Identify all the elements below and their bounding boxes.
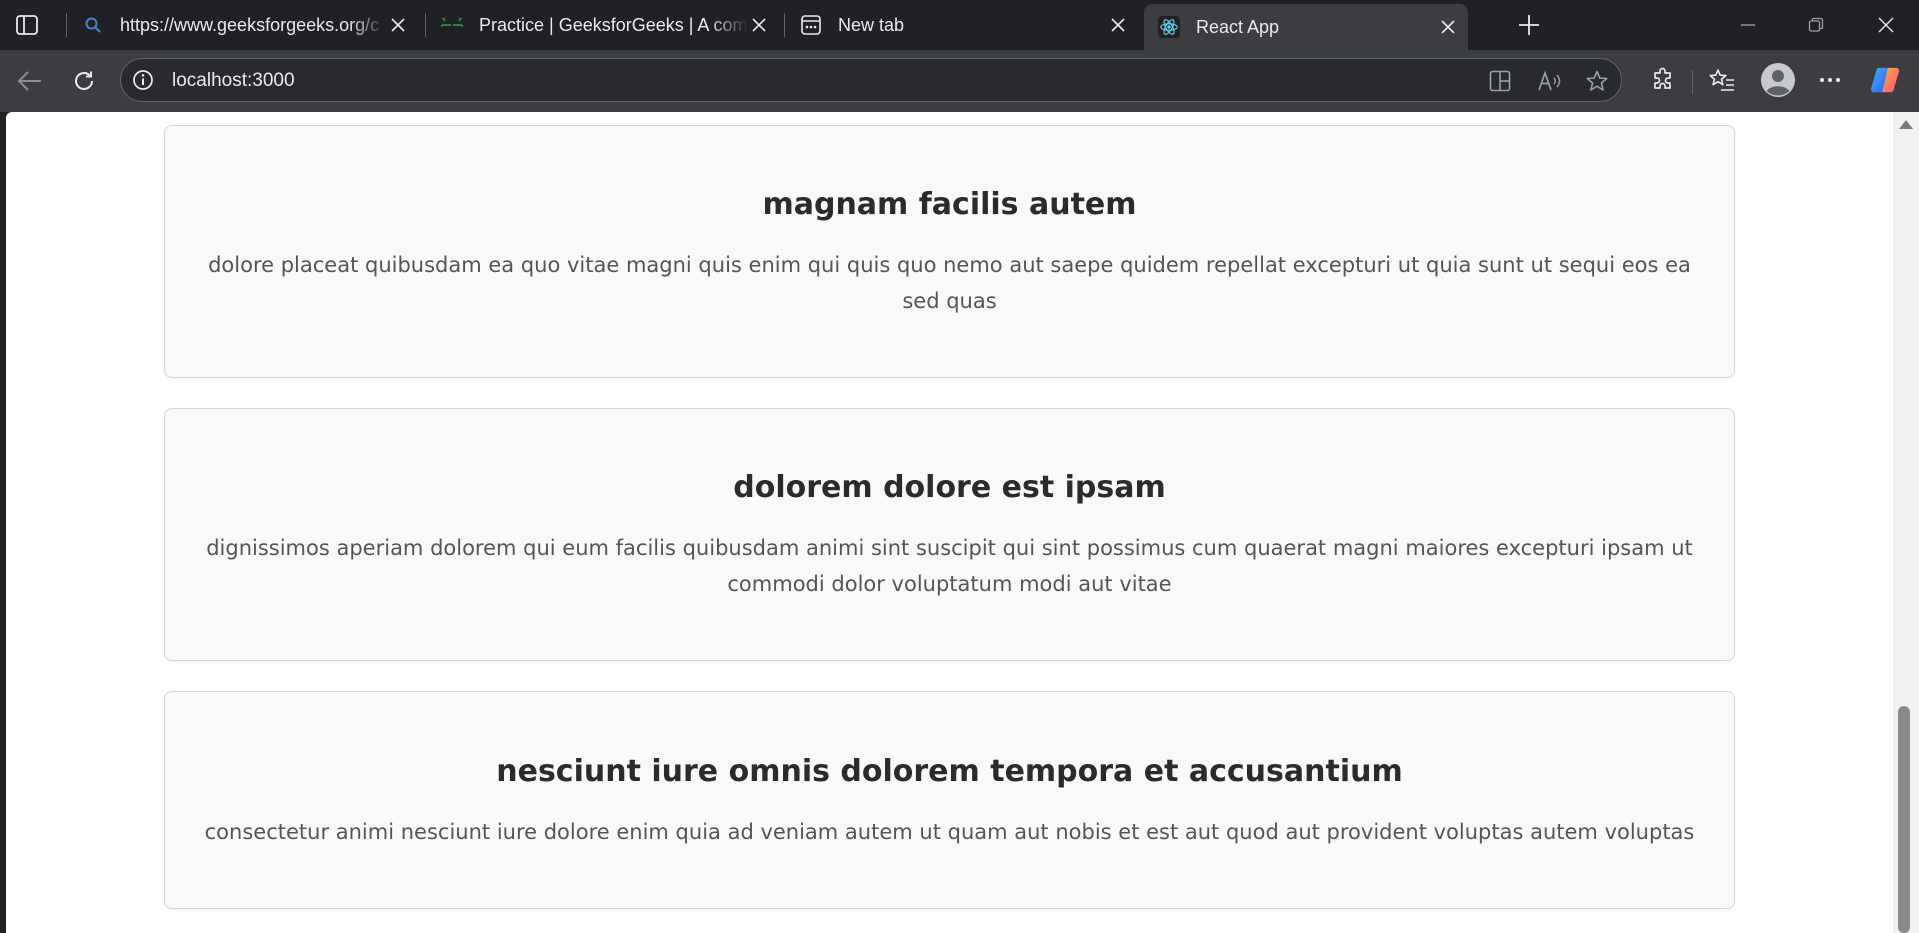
tab-title: https://www.geeksforgeeks.org/c	[120, 14, 380, 35]
close-icon[interactable]	[388, 15, 408, 35]
minimize-icon[interactable]	[1736, 13, 1760, 37]
tab-title: Practice | GeeksforGeeks | A comp	[479, 14, 749, 35]
page-viewport: magnam facilis autem dolore placeat quib…	[6, 112, 1893, 933]
search-icon	[82, 14, 104, 36]
post-title: dolorem dolore est ipsam	[733, 470, 1166, 505]
tab-title: React App	[1196, 16, 1280, 37]
tab-actions-menu-icon[interactable]	[14, 12, 40, 38]
tab-separator	[784, 13, 785, 37]
close-icon[interactable]	[1108, 15, 1128, 35]
vertical-scrollbar[interactable]	[1893, 112, 1919, 933]
close-icon[interactable]	[749, 15, 769, 35]
react-logo-icon	[1158, 16, 1180, 38]
scrollbar-thumb[interactable]	[1898, 706, 1910, 933]
tab-new-tab[interactable]: New tab	[786, 4, 1138, 46]
geeksforgeeks-logo-icon	[441, 14, 463, 36]
split-screen-icon[interactable]	[1488, 69, 1512, 93]
post-card: dolorem dolore est ipsam dignissimos ape…	[164, 408, 1735, 661]
refresh-icon[interactable]	[67, 64, 101, 98]
site-info-icon[interactable]	[132, 69, 154, 91]
post-body-line: commodi dolor voluptatum modi aut vitae	[727, 572, 1172, 596]
new-tab-page-icon	[800, 14, 822, 36]
tab-strip: https://www.geeksforgeeks.org/c Practice…	[0, 0, 1919, 50]
tab-practice-geeksforgeeks[interactable]: Practice | GeeksforGeeks | A comp	[427, 4, 779, 46]
tab-separator	[66, 13, 67, 37]
post-body-line: dolore placeat quibusdam ea quo vitae ma…	[208, 253, 1691, 277]
tab-title: New tab	[838, 14, 905, 35]
tab-separator	[425, 13, 426, 37]
post-title: magnam facilis autem	[762, 187, 1137, 222]
read-aloud-icon[interactable]	[1537, 69, 1561, 93]
browser-toolbar: localhost:3000	[0, 50, 1919, 112]
favorite-star-icon[interactable]	[1585, 69, 1609, 93]
avatar[interactable]	[1760, 62, 1796, 98]
close-window-icon[interactable]	[1874, 13, 1898, 37]
more-options-icon[interactable]	[1815, 65, 1845, 95]
restore-icon[interactable]	[1804, 13, 1828, 37]
post-body-line: consectetur animi nesciunt iure dolore e…	[204, 820, 1695, 844]
copilot-icon[interactable]	[1870, 65, 1900, 95]
post-title: nesciunt iure omnis dolorem tempora et a…	[496, 754, 1403, 789]
new-tab-plus-icon[interactable]	[1515, 11, 1543, 39]
back-arrow-icon[interactable]	[13, 64, 47, 98]
post-card: nesciunt iure omnis dolorem tempora et a…	[164, 691, 1735, 909]
post-body-line: sed quas	[902, 289, 997, 313]
tab-react-app[interactable]: React App	[1144, 4, 1468, 50]
scroll-up-arrow-icon[interactable]	[1899, 120, 1913, 129]
post-body-line: dignissimos aperiam dolorem qui eum faci…	[206, 536, 1693, 560]
tab-geeksforgeeks-url[interactable]: https://www.geeksforgeeks.org/c	[68, 4, 418, 46]
address-url[interactable]: localhost:3000	[172, 70, 295, 92]
toolbar-separator	[1692, 70, 1693, 94]
favorites-list-icon[interactable]	[1707, 65, 1737, 95]
extensions-icon[interactable]	[1648, 65, 1678, 95]
close-icon[interactable]	[1438, 17, 1458, 37]
address-bar[interactable]: localhost:3000	[120, 58, 1622, 102]
post-card: magnam facilis autem dolore placeat quib…	[164, 125, 1735, 378]
